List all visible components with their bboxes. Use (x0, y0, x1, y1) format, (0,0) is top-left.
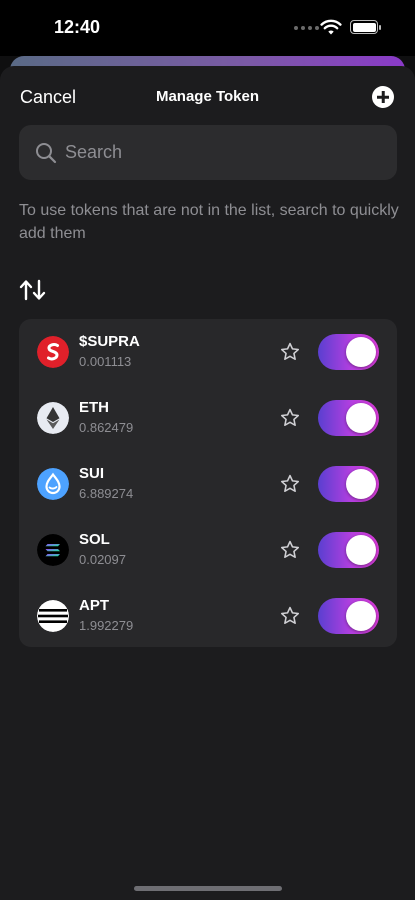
token-symbol: APT (79, 597, 109, 614)
token-row-sui: SUI 6.889274 (19, 451, 397, 517)
token-balance: 6.889274 (79, 486, 134, 501)
status-bar: 12:40 (0, 0, 415, 56)
token-enabled-toggle[interactable] (318, 400, 379, 436)
home-indicator (134, 886, 282, 891)
eth-logo-icon (37, 402, 69, 434)
wifi-icon (320, 19, 342, 35)
token-balance: 1.992279 (79, 618, 134, 633)
status-time: 12:40 (54, 17, 101, 37)
token-row-supra: $SUPRA 0.001113 (19, 319, 397, 385)
star-icon[interactable] (279, 473, 301, 495)
star-icon[interactable] (279, 341, 301, 363)
search-icon (36, 142, 57, 163)
token-enabled-toggle[interactable] (318, 598, 379, 634)
token-symbol: SUI (79, 465, 105, 482)
supra-logo-icon (37, 336, 69, 368)
token-row-sol: SOL 0.02097 (19, 517, 397, 583)
token-balance: 0.862479 (79, 420, 134, 435)
cellular-signal-icon (294, 26, 319, 30)
star-icon[interactable] (279, 407, 301, 429)
token-balance: 0.02097 (79, 552, 126, 567)
sol-logo-icon (37, 534, 69, 566)
hint-text: To use tokens that are not in the list, … (19, 202, 399, 242)
page-title: Manage Token (155, 88, 260, 105)
add-token-button[interactable] (372, 86, 394, 108)
search-field[interactable] (19, 125, 397, 180)
star-icon[interactable] (279, 539, 301, 561)
token-symbol: SOL (79, 531, 110, 548)
token-row-eth: ETH 0.862479 (19, 385, 397, 451)
token-enabled-toggle[interactable] (318, 466, 379, 502)
star-icon[interactable] (279, 605, 301, 627)
apt-logo-icon (37, 600, 69, 632)
token-enabled-toggle[interactable] (318, 334, 379, 370)
token-balance: 0.001113 (79, 354, 132, 369)
token-symbol: $SUPRA (79, 333, 140, 350)
sui-logo-icon (37, 468, 69, 500)
token-list: $SUPRA 0.001113 ETH 0.862479 SUI 6.88927… (19, 319, 397, 647)
token-row-apt: APT 1.992279 (19, 583, 397, 649)
search-input[interactable] (65, 142, 365, 163)
token-enabled-toggle[interactable] (318, 532, 379, 568)
sort-arrows-icon[interactable] (19, 278, 47, 302)
battery-icon (350, 20, 381, 34)
token-symbol: ETH (79, 399, 109, 416)
